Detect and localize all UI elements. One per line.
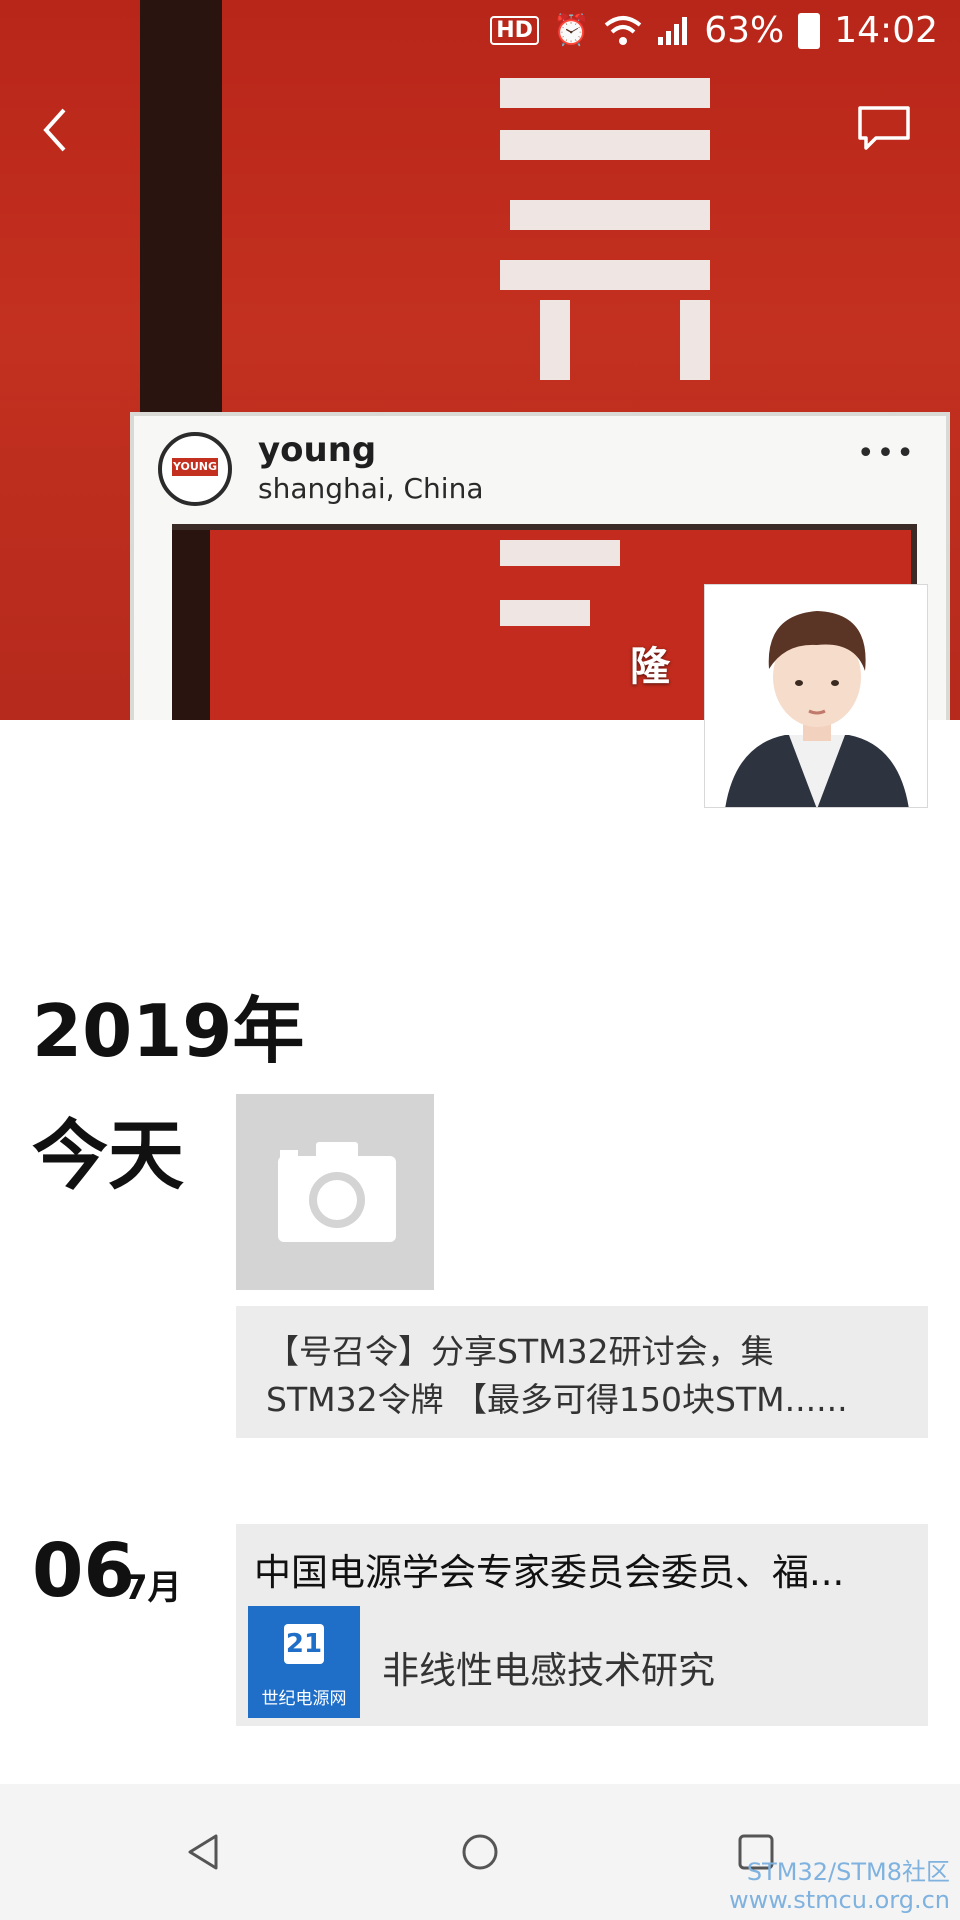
article-subtitle: 非线性电感技术研究: [382, 1649, 715, 1692]
shared-article[interactable]: 中国电源学会专家委员会委员、福... 21 世纪电源网 非线性电感技术研究: [236, 1524, 928, 1726]
article-thumbnail: 21 世纪电源网: [248, 1606, 360, 1718]
battery-icon: [798, 12, 821, 49]
watermark-line2: www.stmcu.org.cn: [728, 1886, 950, 1914]
clock: 14:02: [834, 10, 938, 51]
shared-post-line1: 【号召令】分享STM32研讨会，集: [266, 1332, 774, 1371]
nav-back-icon[interactable]: [180, 1828, 228, 1876]
article-title: 中国电源学会专家委员会委员、福...: [254, 1551, 845, 1594]
username: 隆: [630, 644, 670, 690]
shared-post-line2: STM32令牌 【最多可得150块STM......: [266, 1380, 848, 1419]
hd-icon: HD: [490, 16, 539, 45]
back-icon[interactable]: [34, 100, 82, 160]
watermark: STM32/STM8社区 www.stmcu.org.cn: [729, 1858, 950, 1914]
nav-home-icon[interactable]: [456, 1828, 504, 1876]
shared-post[interactable]: 【号召令】分享STM32研讨会，集 STM32令牌 【最多可得150块STM..…: [236, 1306, 928, 1438]
entry-day: 06: [32, 1528, 135, 1614]
status-bar: HD ⏰ 63% 14:02: [0, 0, 960, 64]
today-label: 今天: [32, 1111, 184, 1200]
thumbnail-caption: 世纪电源网: [261, 1689, 347, 1709]
avatar-illustration: [725, 611, 909, 807]
year-heading: 2019年: [32, 989, 305, 1073]
wifi-icon: [604, 15, 642, 45]
add-photo-button[interactable]: [236, 1094, 434, 1290]
avatar[interactable]: [704, 584, 928, 808]
battery-percent: 63%: [704, 10, 785, 51]
signal-icon: [658, 16, 688, 45]
thumbnail-logo: 21: [284, 1624, 324, 1664]
message-icon[interactable]: [856, 104, 912, 152]
status-icons: HD ⏰ 63% 14:02: [490, 10, 938, 51]
alarm-icon: ⏰: [552, 13, 591, 48]
camera-icon: [278, 1142, 396, 1242]
watermark-line1: STM32/STM8社区: [746, 1858, 950, 1886]
entry-month: 7月: [124, 1568, 182, 1608]
